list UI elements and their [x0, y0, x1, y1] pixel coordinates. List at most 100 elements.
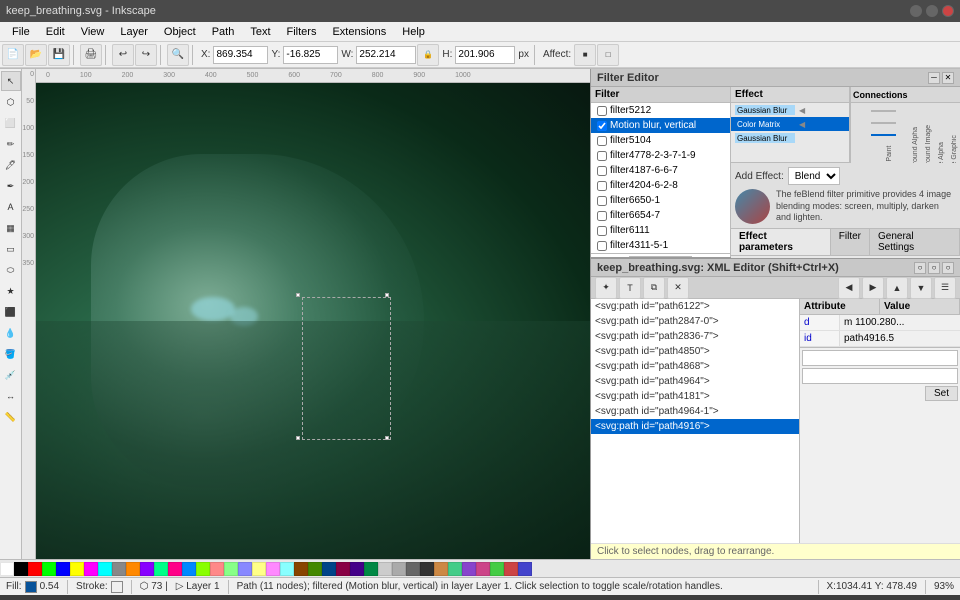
xml-editor-close[interactable]: ○ [942, 262, 954, 274]
filter-checkbox-motion-blur[interactable] [597, 121, 607, 131]
palette-color[interactable] [420, 562, 434, 576]
palette-color[interactable] [84, 562, 98, 576]
dropper-tool[interactable]: 💉 [1, 365, 21, 385]
palette-color[interactable] [280, 562, 294, 576]
print-icon[interactable]: 🖨 [80, 44, 102, 66]
menu-edit[interactable]: Edit [38, 22, 73, 41]
minimize-button[interactable] [910, 5, 922, 17]
gradient-tool[interactable]: ▦ [1, 218, 21, 238]
filter-checkbox-5104[interactable] [597, 136, 607, 146]
rect-tool[interactable]: ▭ [1, 239, 21, 259]
filter-checkbox-4187[interactable] [597, 166, 607, 176]
filter-item-4311[interactable]: filter4311-5-1 [591, 238, 730, 253]
palette-color[interactable] [336, 562, 350, 576]
palette-color[interactable] [448, 562, 462, 576]
palette-color[interactable] [98, 562, 112, 576]
add-effect-select[interactable]: Blend [788, 167, 840, 185]
palette-color[interactable] [378, 562, 392, 576]
filter-item-motion-blur[interactable]: Motion blur, vertical [591, 118, 730, 133]
menu-view[interactable]: View [73, 22, 113, 41]
xml-next-icon[interactable]: ▶ [862, 277, 884, 299]
filter-checkbox-6111[interactable] [597, 226, 607, 236]
palette-color[interactable] [238, 562, 252, 576]
menu-path[interactable]: Path [204, 22, 243, 41]
xml-node-path2836[interactable]: <svg:path id="path2836-7"> [591, 329, 799, 344]
palette-color[interactable] [518, 562, 532, 576]
xml-set-button[interactable]: Set [925, 386, 958, 401]
palette-color[interactable] [210, 562, 224, 576]
filter-checkbox-6654[interactable] [597, 211, 607, 221]
filter-item-5212[interactable]: filter5212 [591, 103, 730, 118]
pen-tool[interactable]: 🖊 [1, 155, 21, 175]
lock-ratio-icon[interactable]: 🔒 [417, 44, 439, 66]
filter-item-4204[interactable]: filter4204-6-2-8 [591, 178, 730, 193]
palette-color[interactable] [140, 562, 154, 576]
effect-item-colormatrix[interactable]: Color Matrix ◀ [731, 117, 849, 131]
filter-item-5104[interactable]: filter5104 [591, 133, 730, 148]
palette-color[interactable] [182, 562, 196, 576]
palette-color[interactable] [42, 562, 56, 576]
maximize-button[interactable] [926, 5, 938, 17]
xml-edit-val-input[interactable] [802, 368, 958, 384]
filter-item-4778[interactable]: filter4778-2-3-7-1-9 [591, 148, 730, 163]
xml-editor-minimize[interactable]: ○ [914, 262, 926, 274]
xml-edit-key-input[interactable] [802, 350, 958, 366]
measure-tool[interactable]: 📏 [1, 407, 21, 427]
xml-attr-row-d[interactable]: d m 1100.280... [800, 315, 960, 331]
filter-checkbox-5212[interactable] [597, 106, 607, 116]
y-input[interactable] [283, 46, 338, 64]
undo-icon[interactable]: ↩ [112, 44, 134, 66]
effect-item-gaussian2[interactable]: Gaussian Blur [731, 131, 849, 145]
xml-node-path4181[interactable]: <svg:path id="path4181"> [591, 389, 799, 404]
palette-color[interactable] [490, 562, 504, 576]
xml-node-path4964-1[interactable]: <svg:path id="path4964-1"> [591, 404, 799, 419]
zoom-in-icon[interactable]: 🔍 [167, 44, 189, 66]
filter-editor-close[interactable]: ✕ [942, 72, 954, 84]
xml-prev-icon[interactable]: ◀ [838, 277, 860, 299]
palette-color[interactable] [476, 562, 490, 576]
xml-attr-row-id[interactable]: id path4916.5 [800, 331, 960, 347]
filter-item-6654[interactable]: filter6654-7 [591, 208, 730, 223]
filter-new-button[interactable]: New [629, 256, 691, 257]
xml-editor-maximize[interactable]: ○ [928, 262, 940, 274]
xml-up-icon[interactable]: ▲ [886, 277, 908, 299]
palette-color[interactable] [406, 562, 420, 576]
menu-filters[interactable]: Filters [279, 22, 325, 41]
xml-indent-icon[interactable]: ☰ [934, 277, 956, 299]
x-input[interactable] [213, 46, 268, 64]
filter-editor-minimize[interactable]: ─ [928, 72, 940, 84]
palette-color[interactable] [294, 562, 308, 576]
xml-down-icon[interactable]: ▼ [910, 277, 932, 299]
palette-color[interactable] [392, 562, 406, 576]
ellipse-tool[interactable]: ⬭ [1, 260, 21, 280]
palette-color[interactable] [434, 562, 448, 576]
tab-filter[interactable]: Filter [831, 229, 870, 255]
menu-file[interactable]: File [4, 22, 38, 41]
palette-color[interactable] [224, 562, 238, 576]
node-tool[interactable]: ⬡ [1, 92, 21, 112]
xml-node-path4850[interactable]: <svg:path id="path4850"> [591, 344, 799, 359]
palette-color[interactable] [126, 562, 140, 576]
xml-duplicate-icon[interactable]: ⧉ [643, 277, 665, 299]
tab-effect-params[interactable]: Effect parameters [731, 229, 831, 255]
xml-delete-icon[interactable]: ✕ [667, 277, 689, 299]
palette-color[interactable] [70, 562, 84, 576]
open-icon[interactable]: 📂 [25, 44, 47, 66]
xml-node-path4868[interactable]: <svg:path id="path4868"> [591, 359, 799, 374]
palette-color[interactable] [56, 562, 70, 576]
connector-tool[interactable]: ↔ [1, 386, 21, 406]
filter-checkbox-4778[interactable] [597, 151, 607, 161]
w-input[interactable] [356, 46, 416, 64]
tab-general-settings[interactable]: General Settings [870, 229, 960, 255]
palette-color[interactable] [322, 562, 336, 576]
palette-color[interactable] [112, 562, 126, 576]
effect-item-gaussian1[interactable]: Gaussian Blur ◀ [731, 103, 849, 117]
xml-node-path2847[interactable]: <svg:path id="path2847-0"> [591, 314, 799, 329]
palette-color[interactable] [0, 562, 14, 576]
xml-node-path4964[interactable]: <svg:path id="path4964"> [591, 374, 799, 389]
menu-layer[interactable]: Layer [112, 22, 156, 41]
filter-item-6111[interactable]: filter6111 [591, 223, 730, 238]
palette-color[interactable] [266, 562, 280, 576]
filter-checkbox-4204[interactable] [597, 181, 607, 191]
palette-color[interactable] [168, 562, 182, 576]
